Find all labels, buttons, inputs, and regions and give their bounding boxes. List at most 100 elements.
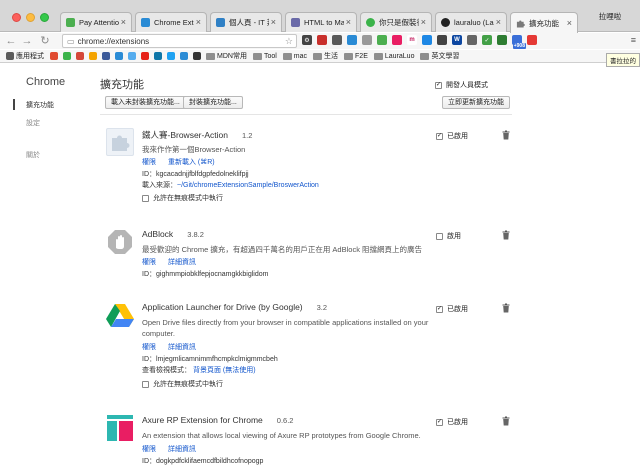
allow-incognito-checkbox[interactable] xyxy=(142,380,149,388)
bookmark-icon-item[interactable] xyxy=(141,52,151,60)
bookmark-icon-item[interactable] xyxy=(89,52,99,60)
bookmark-icon-item[interactable] xyxy=(63,52,73,60)
bookmark-icon-item[interactable] xyxy=(76,52,86,60)
permissions-link[interactable]: 權限 xyxy=(142,344,156,351)
extension-evernote-icon[interactable] xyxy=(497,35,507,45)
page-info-icon[interactable]: ▭ xyxy=(67,37,75,46)
bookmark-folder[interactable]: LauraLuo xyxy=(373,52,414,60)
tab-ithome-profile[interactable]: 個人頁 - IT 邦 × xyxy=(210,12,282,32)
reload-button[interactable]: ↻ xyxy=(38,33,52,49)
enable-checkbox[interactable]: ✓ xyxy=(436,132,443,140)
extension-check-icon[interactable]: ✓ xyxy=(482,35,492,45)
tab-close-icon[interactable]: × xyxy=(271,18,276,27)
zoom-window-button[interactable] xyxy=(40,13,49,22)
tab-close-icon[interactable]: × xyxy=(421,18,426,27)
allow-incognito-toggle[interactable]: 允許在無痕模式中執行 xyxy=(142,193,223,203)
profile-button[interactable]: 拉哩啦 xyxy=(580,0,640,32)
extension-red-icon[interactable] xyxy=(527,35,537,45)
developer-mode-toggle[interactable]: ✓ 開發人員模式 xyxy=(435,80,488,90)
bookmark-folder[interactable]: 英文學習 xyxy=(420,51,459,61)
bookmark-icon-item[interactable] xyxy=(102,52,112,60)
forward-button[interactable]: → xyxy=(20,33,34,49)
permissions-link[interactable]: 權限 xyxy=(142,159,156,166)
allow-incognito-checkbox[interactable] xyxy=(142,194,149,202)
source-link[interactable]: ~/Git/chromeExtensionSample/BroswerActio… xyxy=(177,182,319,189)
bookmark-favicon-icon xyxy=(50,52,58,60)
extension-links: 權限 詳細資訊 xyxy=(142,342,206,352)
extension-id: ID：gighmmpiobklfepjocnamgkkbiglidom xyxy=(142,271,269,278)
tab-close-icon[interactable]: × xyxy=(346,18,351,27)
bookmark-icon-item[interactable] xyxy=(50,52,60,60)
extension-green-icon[interactable] xyxy=(377,35,387,45)
close-window-button[interactable] xyxy=(12,13,21,22)
minimize-window-button[interactable] xyxy=(26,13,35,22)
permissions-link[interactable]: 權限 xyxy=(142,446,156,453)
extension-cloud-icon[interactable] xyxy=(422,35,432,45)
enable-checkbox[interactable]: ✓ xyxy=(436,305,443,313)
tab-article[interactable]: 你只是假裝很 × xyxy=(360,12,432,32)
bookmark-folder[interactable]: mac xyxy=(282,52,307,60)
details-link[interactable]: 詳細資訊 xyxy=(168,259,196,266)
extension-name: 鐵人賽-Browser-Action 1.2 xyxy=(142,130,253,140)
enable-checkbox[interactable] xyxy=(436,232,443,240)
trash-icon[interactable] xyxy=(502,130,510,140)
details-link[interactable]: 詳細資訊 xyxy=(168,344,196,351)
sidebar-item-about[interactable]: 關於 xyxy=(26,150,40,160)
extension-w-icon[interactable]: W xyxy=(452,35,462,45)
bookmark-star-icon[interactable]: ☆ xyxy=(285,36,293,47)
permissions-link[interactable]: 權限 xyxy=(142,259,156,266)
details-link[interactable]: 詳細資訊 xyxy=(168,446,196,453)
enable-checkbox[interactable]: ✓ xyxy=(436,418,443,426)
tab-github-lauraluo[interactable]: lauraluo (Lau × xyxy=(435,12,507,32)
bookmark-folder[interactable]: MDN常用 xyxy=(206,51,247,61)
extension-page-icon[interactable] xyxy=(467,35,477,45)
extension-badge-icon[interactable]: +908 xyxy=(512,35,526,49)
bookmark-icon-item[interactable] xyxy=(154,52,164,60)
tab-close-icon[interactable]: × xyxy=(496,18,501,27)
tab-chrome-extension[interactable]: Chrome Exter × xyxy=(135,12,207,32)
bookmark-icon-item[interactable] xyxy=(115,52,125,60)
bookmark-folder[interactable]: 生活 xyxy=(313,51,338,61)
bookmark-folder[interactable]: Tool xyxy=(252,52,277,60)
extension-pink-icon[interactable] xyxy=(392,35,402,45)
bookmark-folder[interactable]: F2E xyxy=(344,52,368,60)
extension-blue-icon[interactable] xyxy=(347,35,357,45)
sidebar-item-settings[interactable]: 設定 xyxy=(26,118,40,128)
enable-toggle[interactable]: ✓ 已啟用 xyxy=(436,417,468,427)
allow-incognito-toggle[interactable]: 允許在無痕模式中執行 xyxy=(142,379,223,389)
apps-bookmark[interactable]: 應用程式 xyxy=(6,51,44,61)
bookmark-icon-item[interactable] xyxy=(180,52,190,60)
trash-icon[interactable] xyxy=(502,303,510,313)
tab-pay-attention[interactable]: Pay Attention × xyxy=(60,12,132,32)
address-bar[interactable]: ▭ chrome://extensions ☆ xyxy=(62,34,297,48)
developer-mode-checkbox[interactable]: ✓ xyxy=(435,81,442,89)
enable-toggle[interactable]: ✓ 已啟用 xyxy=(436,131,468,141)
load-unpacked-button[interactable]: 載入未封裝擴充功能... xyxy=(105,96,186,109)
extension-gear-icon[interactable]: ⚙ xyxy=(302,35,312,45)
extension-video-icon[interactable] xyxy=(437,35,447,45)
tab-html-to-markdown[interactable]: HTML to Mar × xyxy=(285,12,357,32)
back-button[interactable]: ← xyxy=(4,33,18,49)
tab-close-icon[interactable]: × xyxy=(567,18,572,28)
trash-icon[interactable] xyxy=(502,230,510,240)
extension-grid-icon[interactable] xyxy=(362,35,372,45)
extension-adblock-icon[interactable] xyxy=(317,35,327,45)
sidebar-item-extensions[interactable]: 擴充功能 xyxy=(26,100,54,110)
bookmark-icon-item[interactable] xyxy=(128,52,138,60)
tab-extensions[interactable]: 擴充功能 × xyxy=(510,12,578,33)
apps-grid-icon xyxy=(6,52,14,60)
tab-close-icon[interactable]: × xyxy=(196,18,201,27)
enable-toggle[interactable]: 啟用 xyxy=(436,231,461,241)
extension-m-icon[interactable]: m xyxy=(407,35,417,45)
chrome-menu-icon[interactable]: ≡ xyxy=(631,35,636,45)
enable-toggle[interactable]: ✓ 已啟用 xyxy=(436,304,468,314)
pack-extension-button[interactable]: 封裝擴充功能... xyxy=(183,96,243,109)
trash-icon[interactable] xyxy=(502,416,510,426)
bookmark-icon-item[interactable] xyxy=(193,52,203,60)
tab-close-icon[interactable]: × xyxy=(121,18,126,27)
extension-tool-icon[interactable] xyxy=(332,35,342,45)
reload-link[interactable]: 重新載入 (⌘R) xyxy=(168,159,215,166)
background-page-link[interactable]: 背景頁面 (無法使用) xyxy=(193,367,256,374)
update-extensions-button[interactable]: 立即更新擴充功能 xyxy=(442,96,510,109)
bookmark-icon-item[interactable] xyxy=(167,52,177,60)
